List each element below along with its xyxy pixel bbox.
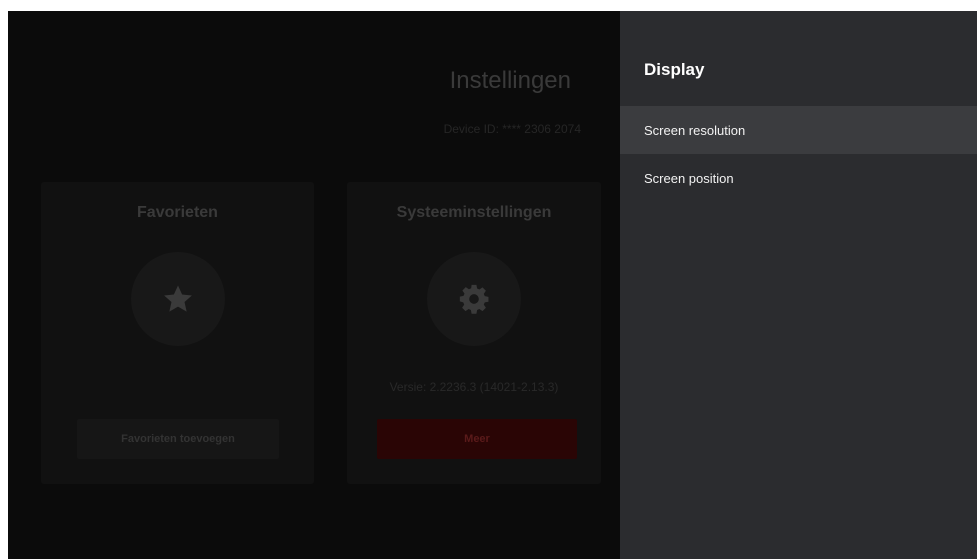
favorites-card-title: Favorieten bbox=[137, 204, 218, 221]
display-settings-panel: Display Screen resolution Screen positio… bbox=[620, 11, 977, 559]
gear-icon bbox=[459, 284, 489, 314]
tv-screen: Instellingen Device ID: **** 2306 2074 F… bbox=[8, 11, 977, 559]
more-button[interactable]: Meer bbox=[377, 419, 577, 459]
favorites-icon-circle bbox=[130, 252, 225, 346]
menu-item-label: Screen position bbox=[644, 170, 734, 186]
star-icon bbox=[163, 285, 192, 312]
menu-item-screen-resolution[interactable]: Screen resolution bbox=[620, 106, 977, 154]
system-icon-circle bbox=[427, 252, 521, 346]
menu-item-screen-position[interactable]: Screen position bbox=[620, 154, 977, 202]
menu-item-label: Screen resolution bbox=[644, 122, 746, 138]
version-text: Versie: 2.2236.3 (14021-2.13.3) bbox=[389, 380, 559, 394]
system-settings-card: Systeeminstellingen Versie: 2.2236.3 (14… bbox=[347, 182, 601, 484]
favorites-card: Favorieten Favorieten toevoegen bbox=[41, 182, 314, 484]
add-favorites-button[interactable]: Favorieten toevoegen bbox=[77, 419, 279, 459]
panel-title: Display bbox=[644, 60, 705, 79]
page-title: Instellingen bbox=[449, 67, 571, 94]
device-id: Device ID: **** 2306 2074 bbox=[443, 122, 581, 136]
system-settings-card-title: Systeeminstellingen bbox=[396, 204, 552, 221]
